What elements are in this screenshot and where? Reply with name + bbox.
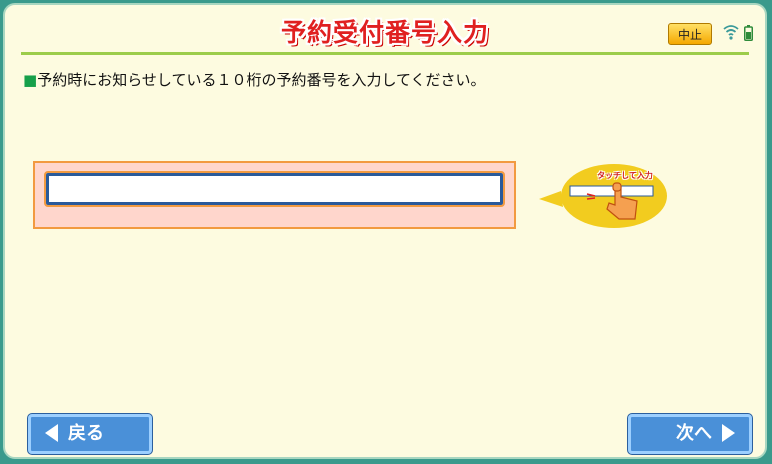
wifi-icon: [723, 25, 739, 40]
instruction-label: 予約時にお知らせしている１０桁の予約番号を入力してください。: [37, 71, 486, 89]
next-button-label: 次へ: [676, 423, 712, 444]
input-panel: [33, 161, 516, 229]
touch-hint-label: タッチして入力: [597, 171, 653, 180]
next-button[interactable]: 次へ: [628, 414, 752, 454]
cancel-button[interactable]: 中止: [668, 23, 712, 45]
arrow-right-icon: [722, 423, 735, 442]
arrow-left-icon: [45, 423, 58, 442]
page-title: 予約受付番号入力: [280, 18, 489, 47]
reservation-number-input[interactable]: [44, 171, 505, 207]
kiosk-screen: 予約受付番号入力 中止 ■予約時にお知らせしている１０桁の予約番号を入力してくだ…: [3, 3, 767, 459]
touch-hint-bubble: タッチして入力: [537, 163, 669, 229]
title-divider: [21, 52, 749, 55]
instruction-marker: ■: [23, 71, 38, 89]
battery-icon: [744, 25, 753, 41]
back-button-label: 戻る: [68, 423, 104, 444]
instruction-text: ■予約時にお知らせしている１０桁の予約番号を入力してください。: [23, 69, 486, 90]
back-button[interactable]: 戻る: [28, 414, 152, 454]
